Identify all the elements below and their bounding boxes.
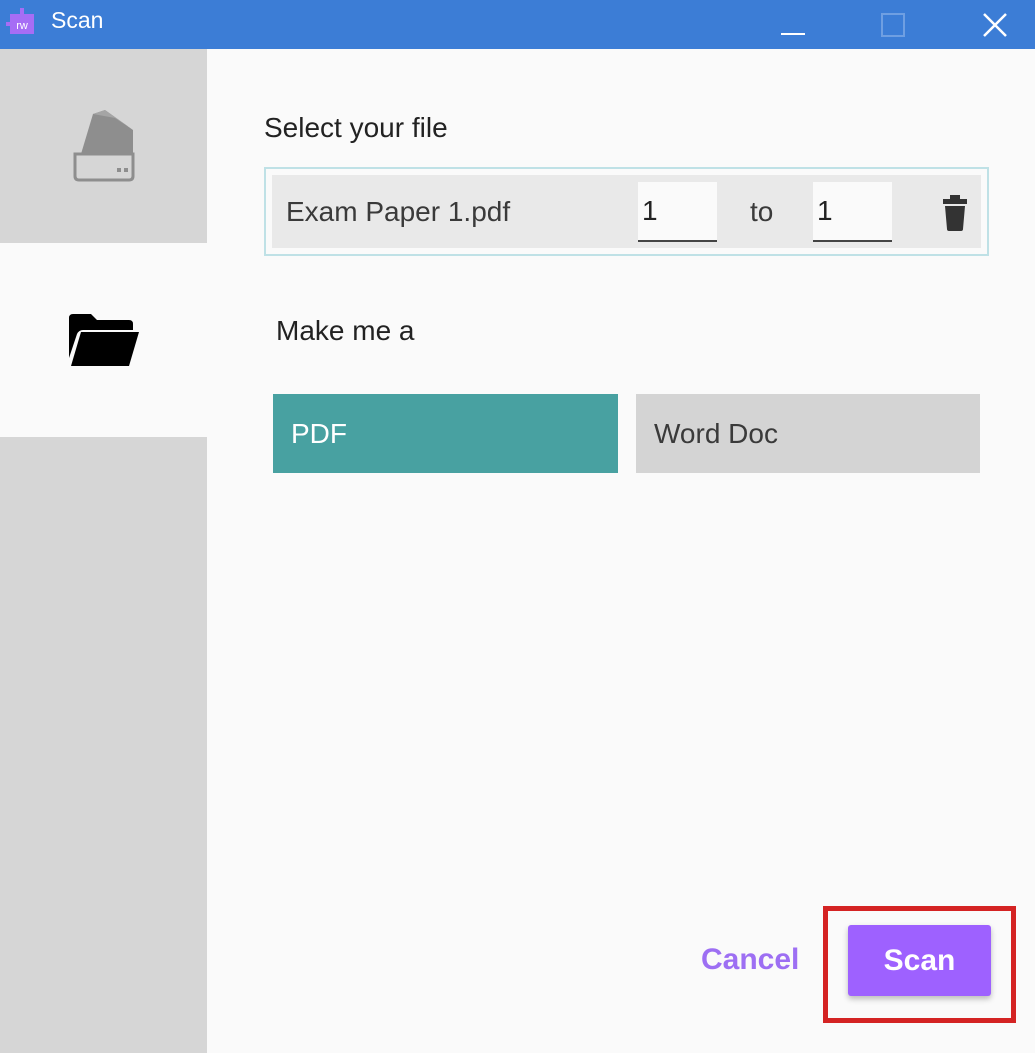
main-panel: Select your file Exam Paper 1.pdf to Mak… xyxy=(207,49,1035,1053)
format-word-doc-button[interactable]: Word Doc xyxy=(636,394,980,473)
app-icon: rw xyxy=(6,6,40,40)
file-row: Exam Paper 1.pdf to xyxy=(264,167,989,256)
scanner-icon xyxy=(73,110,134,182)
page-range-to-label: to xyxy=(750,196,774,227)
make-me-a-label: Make me a xyxy=(276,315,415,346)
file-name: Exam Paper 1.pdf xyxy=(286,196,511,227)
maximize-button[interactable] xyxy=(863,0,923,49)
trash-icon xyxy=(943,195,967,231)
format-pdf-button[interactable]: PDF xyxy=(273,394,618,473)
page-to-input[interactable] xyxy=(813,182,892,242)
sidebar-item-scanner[interactable] xyxy=(0,49,207,243)
page-from-input[interactable] xyxy=(638,182,717,242)
maximize-icon xyxy=(881,12,905,37)
delete-file-button[interactable] xyxy=(942,195,968,231)
minimize-icon xyxy=(781,32,805,35)
sidebar xyxy=(0,49,207,1053)
close-icon xyxy=(983,12,1007,37)
select-file-label: Select your file xyxy=(264,112,448,143)
svg-text:rw: rw xyxy=(16,20,28,32)
file-entry: Exam Paper 1.pdf to xyxy=(272,175,981,248)
folder-icon xyxy=(68,314,139,366)
sidebar-item-file[interactable] xyxy=(0,243,207,437)
title-bar: rw Scan xyxy=(0,0,1035,49)
cancel-button[interactable]: Cancel xyxy=(701,942,799,978)
close-button[interactable] xyxy=(965,0,1025,49)
window-title: Scan xyxy=(51,7,104,33)
scan-button[interactable]: Scan xyxy=(848,925,991,996)
minimize-button[interactable] xyxy=(763,0,823,49)
